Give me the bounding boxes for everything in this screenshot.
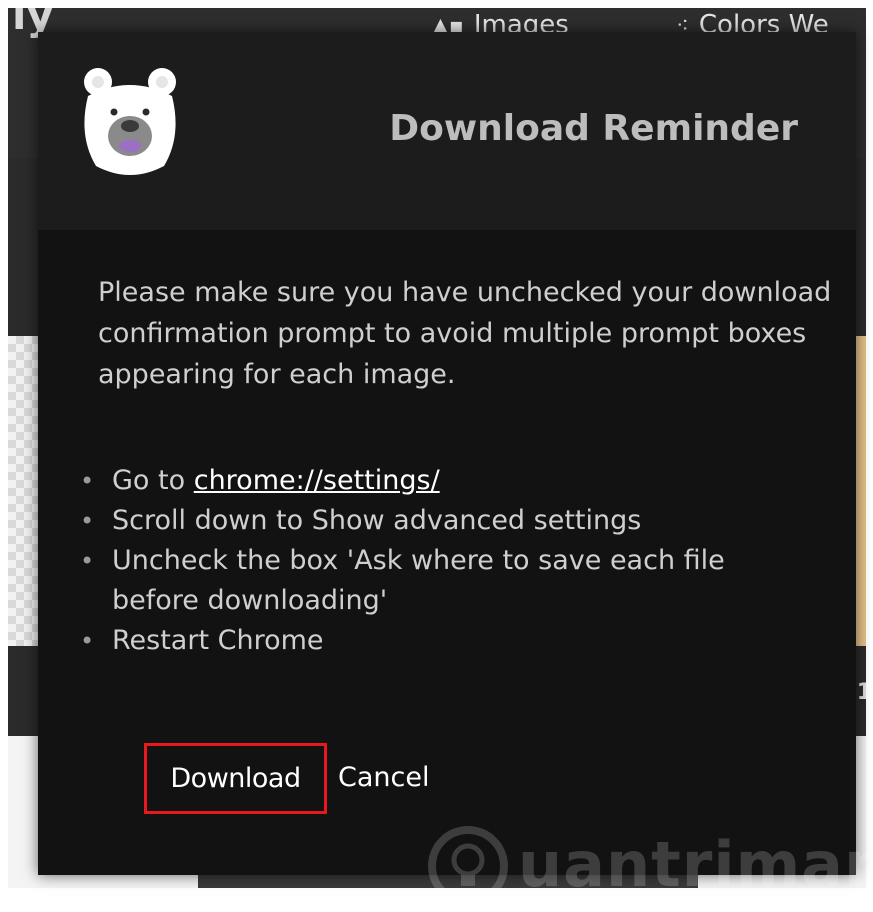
step-text: Restart Chrome	[112, 625, 324, 656]
dialog-header: Download Reminder	[38, 32, 856, 230]
instruction-list: • Go to chrome://settings/ • Scroll down t…	[80, 461, 820, 661]
dialog-message: Please make sure you have unchecked your…	[98, 277, 832, 390]
background-number: 1	[856, 680, 866, 705]
bullet-icon: •	[80, 467, 95, 495]
bullet-icon: •	[80, 507, 95, 535]
background-transparency-checker	[8, 336, 38, 646]
watermark: uantrimang	[428, 822, 873, 912]
watermark-text: uantrimang	[518, 828, 873, 901]
cancel-button[interactable]: Cancel	[338, 754, 429, 802]
list-item: • Uncheck the box 'Ask where to save each…	[80, 541, 820, 621]
lightbulb-icon	[428, 826, 508, 906]
download-button[interactable]: Download	[144, 743, 327, 814]
screen: ıy ▲▪ Images ⁖ Colors We 1 Download Remi…	[0, 0, 873, 906]
dialog-title: Download Reminder	[389, 108, 798, 149]
step-text: Uncheck the box 'Ask where to save each …	[112, 545, 725, 616]
list-item: • Scroll down to Show advanced settings	[80, 501, 820, 541]
list-item: • Go to chrome://settings/	[80, 461, 820, 501]
step-text: Scroll down to Show advanced settings	[112, 505, 642, 536]
list-item: • Restart Chrome	[80, 621, 820, 661]
step-prefix: Go to	[112, 465, 194, 496]
download-reminder-dialog: Download Reminder Please make sure you h…	[38, 32, 873, 906]
bullet-icon: •	[80, 547, 95, 575]
chrome-settings-link[interactable]: chrome://settings/	[194, 465, 440, 496]
bullet-icon: •	[80, 627, 95, 655]
